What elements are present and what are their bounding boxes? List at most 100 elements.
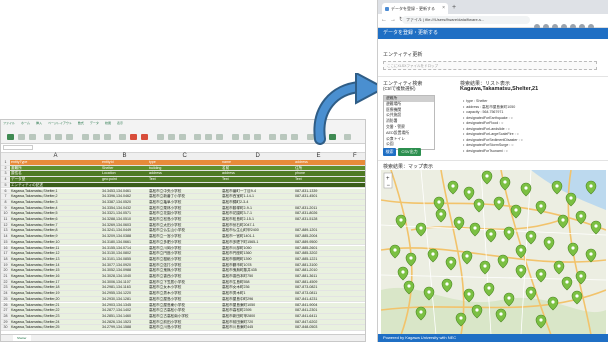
table-cell[interactable]: 属性名 <box>10 171 101 177</box>
table-row[interactable]: 30 Kagawa,Takamatsu,Shelter,25 34.2799,134… <box>1 325 365 331</box>
table-cell[interactable] <box>343 182 365 188</box>
table-cell[interactable]: Text <box>221 177 294 182</box>
table-cell[interactable] <box>101 182 148 188</box>
table-cell[interactable]: 087-885-2601 <box>294 245 343 251</box>
table-cell[interactable]: 34.3130,134.0802 <box>101 251 148 256</box>
table-cell[interactable] <box>343 308 365 313</box>
table-cell[interactable]: 34.2955,134.1220 <box>101 291 148 296</box>
ribbon-tab[interactable]: 校閲 <box>105 121 111 125</box>
csv-export-button[interactable]: CSV出力 <box>398 148 421 156</box>
table-cell[interactable]: 087-847-6202 <box>294 319 343 325</box>
table-cell[interactable]: Shelter <box>101 165 148 171</box>
table-cell[interactable]: 34.3155,134.0714 <box>101 245 148 251</box>
table-cell[interactable]: Text <box>148 177 221 182</box>
table-cell[interactable] <box>343 160 365 165</box>
table-cell[interactable]: 34.3354,134.0432 <box>101 205 148 211</box>
table-cell[interactable]: 高松市立下笠居小学校 <box>148 279 221 285</box>
table-cell[interactable] <box>343 262 365 268</box>
table-cell[interactable]: 34.3387,134.0520 <box>101 199 148 205</box>
table-cell[interactable]: 高松市鬼無町藤井435 <box>221 268 294 273</box>
entity-type-select[interactable]: 避難所 避難場所 医療機関 公共施設 消防署 交番・警察 AED設置場所 公衆トイレ 公園 <box>383 95 435 150</box>
table-cell[interactable]: 高松市前田東町720 <box>221 319 294 325</box>
table-cell[interactable]: 34.3180,134.0661 <box>101 239 148 245</box>
table-cell[interactable]: Kagawa,Takamatsu,Shelter,11 <box>10 245 101 251</box>
table-cell[interactable]: 087-831-5128 <box>294 217 343 222</box>
conditional-format-icon[interactable] <box>253 134 261 140</box>
table-cell[interactable]: 高松市鶴市町1078 <box>221 262 294 268</box>
table-cell[interactable]: 高松市立古高松南小学校 <box>148 313 221 319</box>
ribbon-tab[interactable]: ページレイアウト <box>48 121 72 125</box>
copy-icon[interactable] <box>66 134 74 140</box>
table-cell[interactable]: 34.3396,134.0462 <box>101 194 148 199</box>
table-cell[interactable]: 高松市生島町558 <box>221 279 294 285</box>
table-cell[interactable] <box>148 182 221 188</box>
browser-tab[interactable]: データを登録・更新する × <box>382 3 448 14</box>
ribbon-tab[interactable]: 表示 <box>117 121 123 125</box>
table-cell[interactable]: 34.3321,134.0571 <box>101 211 148 216</box>
table-cell[interactable]: 34.3077,134.0920 <box>101 262 148 268</box>
table-cell[interactable]: 34.2851,134.1460 <box>101 313 148 319</box>
table-cell[interactable]: Kagawa,Takamatsu,Shelter,22 <box>10 308 101 313</box>
table-cell[interactable]: 087-873-0811 <box>294 291 343 296</box>
ribbon-tab[interactable]: 挿入 <box>36 121 42 125</box>
table-cell[interactable]: Location <box>101 171 148 177</box>
table-cell[interactable]: Kagawa,Takamatsu,Shelter,5 <box>10 211 101 216</box>
table-cell[interactable]: entityId <box>101 160 148 165</box>
table-format-icon[interactable] <box>269 134 277 140</box>
table-cell[interactable]: Kagawa,Takamatsu,Shelter,10 <box>10 239 101 245</box>
table-cell[interactable]: 高松市立中央小学校 <box>148 188 221 194</box>
table-cell[interactable] <box>294 222 343 228</box>
table-cell[interactable] <box>343 205 365 211</box>
table-cell[interactable]: type <box>148 160 221 165</box>
bold-icon[interactable] <box>81 134 89 140</box>
table-cell[interactable]: Kagawa,Takamatsu,Shelter,16 <box>10 274 101 279</box>
table-cell[interactable] <box>343 319 365 325</box>
table-cell[interactable]: Text <box>294 177 343 182</box>
table-cell[interactable]: 高松市香西本町750 <box>221 274 294 279</box>
table-cell[interactable]: Kagawa,Takamatsu,Shelter,21 <box>10 302 101 308</box>
table-cell[interactable] <box>343 217 365 222</box>
table-cell[interactable]: 087-841-9004 <box>294 302 343 308</box>
back-icon[interactable]: ← <box>381 17 390 23</box>
table-cell[interactable] <box>343 199 365 205</box>
table-cell[interactable]: 名前 <box>221 165 294 171</box>
table-cell[interactable]: 高松市仏生山町甲2400 <box>221 228 294 234</box>
table-cell[interactable]: 高松市立円座小学校 <box>148 251 221 256</box>
table-cell[interactable]: 高松市花園町3-7-1 <box>221 211 294 216</box>
table-cell[interactable]: 34.3453,134.0461 <box>101 188 148 194</box>
cell-style-icon[interactable] <box>280 134 288 140</box>
table-cell[interactable]: 34.3028,134.1040 <box>101 274 148 279</box>
table-cell[interactable]: 34.3241,134.0449 <box>101 228 148 234</box>
map-view[interactable]: + − <box>381 170 606 335</box>
table-cell[interactable]: 087-881-2010 <box>294 268 343 273</box>
table-cell[interactable]: 高松市立仏生山小学校 <box>148 228 221 234</box>
table-cell[interactable]: 34.3288,134.0510 <box>101 217 148 222</box>
table-cell[interactable]: 高松市立古高松小学校 <box>148 308 221 313</box>
table-cell[interactable] <box>294 182 343 188</box>
table-cell[interactable]: Kagawa,Takamatsu,Shelter,25 <box>10 325 101 330</box>
table-cell[interactable]: Kagawa,Takamatsu,Shelter,23 <box>10 313 101 319</box>
table-cell[interactable]: 高松市川島東町445 <box>221 325 294 330</box>
table-cell[interactable] <box>343 228 365 234</box>
table-cell[interactable]: 34.3209,134.0388 <box>101 234 148 239</box>
table-cell[interactable]: 087-889-1201 <box>294 228 343 234</box>
column-header[interactable]: F <box>353 153 357 160</box>
table-cell[interactable]: 高松市立亀阜小学校 <box>148 199 221 205</box>
table-cell[interactable]: address <box>148 171 221 177</box>
table-cell[interactable]: 高松市立栗林小学校 <box>148 205 221 211</box>
table-cell[interactable] <box>343 296 365 302</box>
underline-icon[interactable] <box>103 134 111 140</box>
table-cell[interactable] <box>343 234 365 239</box>
table-cell[interactable]: 高松市立檀紙小学校 <box>148 256 221 262</box>
column-header[interactable]: B <box>123 153 127 160</box>
table-cell[interactable]: 高松市立川岡小学校 <box>148 245 221 251</box>
table-cell[interactable]: 34.2981,134.1163 <box>101 285 148 291</box>
percent-icon[interactable] <box>231 134 239 140</box>
table-cell[interactable]: エンティティの記述 <box>10 182 101 188</box>
table-cell[interactable]: 087-873-0821 <box>294 285 343 291</box>
table-cell[interactable]: Kagawa,Takamatsu,Shelter,24 <box>10 319 101 325</box>
table-cell[interactable]: 住所 <box>294 165 343 171</box>
table-cell[interactable]: geo:point <box>101 177 148 182</box>
wrap-icon[interactable] <box>194 134 202 140</box>
table-cell[interactable]: 高松市立屋島小学校 <box>148 296 221 302</box>
